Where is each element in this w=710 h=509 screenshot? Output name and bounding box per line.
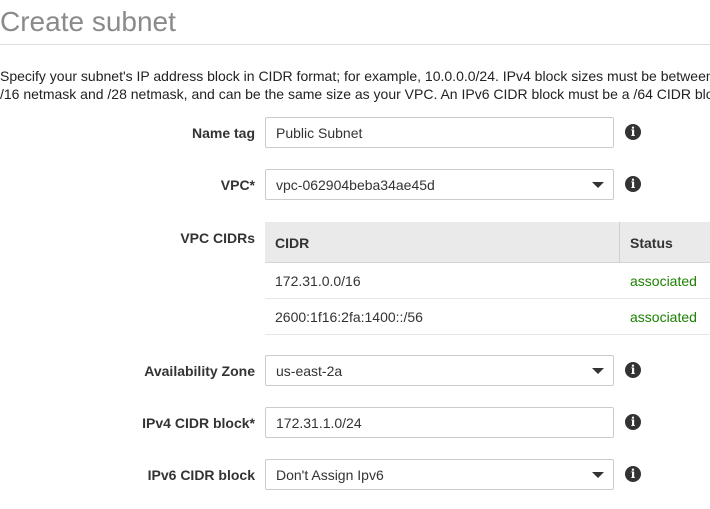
vpc-select[interactable]: vpc-062904beba34ae45d [265, 169, 614, 200]
ipv6-cidr-label: IPv6 CIDR block [147, 467, 255, 483]
column-header-status: Status [630, 235, 673, 251]
chevron-down-icon [592, 182, 604, 188]
page-title: Create subnet [0, 6, 176, 37]
name-tag-label: Name tag [191, 125, 255, 141]
info-icon[interactable]: i [625, 124, 641, 140]
vpc-cidrs-table: CIDR Status 172.31.0.0/16 associated 260… [265, 222, 710, 336]
availability-zone-label: Availability Zone [144, 363, 255, 379]
name-tag-input[interactable] [265, 117, 614, 148]
info-icon[interactable]: i [625, 176, 641, 192]
ipv6-cidr-select[interactable]: Don't Assign Ipv6 [265, 459, 614, 490]
ipv4-cidr-input[interactable] [265, 407, 614, 438]
status-cell: associated [630, 309, 697, 325]
vpc-select-value: vpc-062904beba34ae45d [276, 177, 435, 193]
column-divider [619, 222, 620, 263]
cidr-cell: 2600:1f16:2fa:1400::/56 [275, 309, 423, 325]
availability-zone-select[interactable]: us-east-2a [265, 355, 614, 386]
info-icon[interactable]: i [625, 362, 641, 378]
page-description: Specify your subnet's IP address block i… [0, 68, 710, 102]
ipv6-cidr-value: Don't Assign Ipv6 [276, 467, 384, 483]
table-row: 172.31.0.0/16 associated [265, 263, 710, 299]
chevron-down-icon [592, 368, 604, 374]
chevron-down-icon [592, 472, 604, 478]
status-cell: associated [630, 273, 697, 289]
table-row: 2600:1f16:2fa:1400::/56 associated [265, 299, 710, 335]
availability-zone-value: us-east-2a [276, 363, 343, 379]
title-divider [0, 44, 710, 45]
column-header-cidr: CIDR [275, 235, 310, 251]
table-header: CIDR Status [265, 222, 710, 263]
info-icon[interactable]: i [625, 414, 641, 430]
vpc-label: VPC* [220, 177, 255, 193]
cidr-cell: 172.31.0.0/16 [275, 273, 361, 289]
ipv4-cidr-label: IPv4 CIDR block* [142, 415, 255, 431]
info-icon[interactable]: i [625, 466, 641, 482]
vpc-cidrs-label: VPC CIDRs [180, 230, 255, 246]
